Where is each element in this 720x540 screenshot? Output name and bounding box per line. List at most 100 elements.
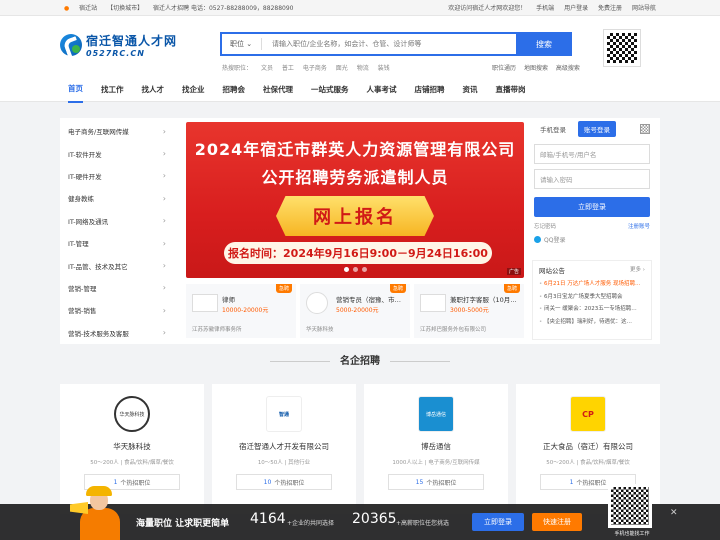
site-logo[interactable]: 宿迁智通人才网 0527RC.CN [60, 32, 177, 58]
job-title: 营销专员（宿豫、市… [336, 296, 401, 304]
nav-job-fair[interactable]: 招聘会 [223, 77, 246, 102]
chevron-right-icon: › [162, 171, 166, 181]
tab-phone-login[interactable]: 手机登录 [534, 121, 572, 137]
mobile-link[interactable]: 手机端 [536, 5, 554, 12]
nav-shop-hiring[interactable]: 店铺招聘 [415, 77, 445, 102]
news-item[interactable]: 6月3日宝龙广场夏季大型招聘会 [539, 291, 645, 304]
news-item[interactable]: 闭关一 缓聚会：2023五一专场招聘… [539, 303, 645, 316]
category-item[interactable]: IT-硬件开发 › [60, 165, 180, 187]
nav-one-stop[interactable]: 一站式服务 [311, 77, 349, 102]
switch-city-link[interactable]: 【切换城市】 [107, 5, 143, 12]
company-name: 宿迁智通人才开发有限公司 [239, 442, 329, 451]
company-logo: CP [570, 396, 606, 432]
carousel-dot[interactable] [353, 267, 358, 272]
hot-label: 热搜职位： [222, 65, 253, 72]
qq-login[interactable]: QQ登录 [534, 235, 650, 244]
section-title: 名企招聘 [0, 352, 720, 367]
company-card[interactable]: 智通 宿迁智通人才开发有限公司 10～50人 | 其他行业 10 个热招职位 [212, 384, 356, 514]
logo-mark-icon [60, 34, 82, 56]
job-salary: 10000-20000元 [222, 307, 269, 314]
nav-social-insurance[interactable]: 社保代理 [263, 77, 293, 102]
category-item[interactable]: IT-管理 › [60, 232, 180, 254]
nav-home[interactable]: 首页 [68, 76, 83, 103]
user-login-link[interactable]: 用户登录 [564, 5, 588, 12]
nav-find-talent[interactable]: 找人才 [142, 77, 165, 102]
welcome-text: 欢迎访问宿迁人才网欢迎您！ [448, 5, 527, 12]
top-bar: ● 宿迁站 【切换城市】 宿迁人才招聘 电话：0527-88288009，882… [0, 0, 720, 16]
news-more-link[interactable]: 更多 › [630, 265, 645, 275]
qr-login-icon[interactable] [640, 124, 650, 134]
forgot-password-link[interactable]: 忘记密码 [534, 222, 556, 230]
quick-link[interactable]: 地图搜索 [524, 65, 548, 72]
hot-item[interactable]: 电子商务 [303, 65, 327, 72]
company-info: 50～200人 | 食品/饮料/烟草/餐饮 [546, 460, 630, 466]
job-company: 江苏苏徽律师事务所 [192, 327, 242, 333]
category-item[interactable]: 营销-技术服务及客服 › [60, 322, 180, 344]
company-card[interactable]: 博岳通信 博岳通信 1000人以上 | 电子商务/互联网传媒 15 个热招职位 [364, 384, 508, 514]
login-button[interactable]: 立即登录 [534, 197, 650, 217]
logo-cn: 宿迁智通人才网 [86, 34, 178, 48]
recruitment-banner[interactable]: 2024年宿迁市群英人力资源管理有限公司 公开招聘劳务派遣制人员 网上报名 报名… [186, 122, 524, 278]
app-qr-code [608, 484, 652, 528]
hot-item[interactable]: 面光 [336, 65, 348, 72]
company-jobs-button[interactable]: 15 个热招职位 [388, 474, 484, 490]
search-input[interactable] [262, 40, 462, 48]
username-field[interactable]: 邮箱/手机号/用户名 [534, 144, 650, 164]
bottom-register-button[interactable]: 快速注册 [532, 513, 582, 531]
company-name: 华天脉科技 [113, 442, 151, 451]
logo-en: 0527RC.CN [86, 49, 145, 58]
job-card[interactable]: 急聘 营销专员（宿豫、市… 5000-20000元 华天脉科技 [300, 284, 410, 338]
search-type-select[interactable]: 职位 ⌄ [222, 38, 262, 50]
news-item[interactable]: 【央企招聘】瑞利好，待遇优：这… [539, 316, 645, 329]
chevron-right-icon: › [162, 328, 166, 338]
urgent-tag: 急聘 [503, 284, 520, 293]
news-title: 网站公告 [539, 267, 565, 275]
featured-companies: 华天脉科技 华天脉科技 50～200人 | 食品/饮料/烟草/餐饮 1 个热招职位… [60, 384, 660, 514]
nav-find-job[interactable]: 找工作 [101, 77, 124, 102]
nav-live[interactable]: 直播带岗 [496, 77, 526, 102]
category-item[interactable]: 健身教练 › [60, 187, 180, 209]
quick-links: 职位通历 地图搜索 高级搜索 [486, 63, 580, 72]
banner-line4: 报名时间：2024年9月16日9:00－9月24日16:00 [228, 247, 488, 260]
chevron-down-icon: ⌄ [246, 40, 253, 48]
hot-searches: 热搜职位： 文员 普工 电子商务 面光 物流 装钱 [222, 63, 397, 72]
category-item[interactable]: 营销-销售 › [60, 299, 180, 321]
site-announcements: 网站公告 更多 › 6月21日 万达广场人才服务 现场招聘… 6月3日宝龙广场夏季… [532, 260, 652, 340]
hot-item[interactable]: 文员 [261, 65, 273, 72]
category-item[interactable]: IT-品管、技术及其它 › [60, 254, 180, 276]
company-jobs-button[interactable]: 10 个热招职位 [236, 474, 332, 490]
hot-item[interactable]: 物流 [357, 65, 369, 72]
current-city: 宿迁站 [79, 5, 98, 12]
quick-link[interactable]: 高级搜索 [556, 65, 580, 72]
site-nav-link[interactable]: 网站导航 [632, 5, 656, 12]
nav-news[interactable]: 资讯 [463, 77, 478, 102]
nav-find-company[interactable]: 找企业 [182, 77, 205, 102]
register-link[interactable]: 注册账号 [628, 222, 650, 230]
category-item[interactable]: 营销-管理 › [60, 277, 180, 299]
job-card[interactable]: 急聘 兼职打字客服（10月… 3000-5000元 江苏邦巴服务外包有限公司 [414, 284, 524, 338]
category-item[interactable]: 电子商务/互联网传媒 › [60, 120, 180, 142]
company-logo: 华天脉科技 [114, 396, 150, 432]
tab-account-login[interactable]: 账号登录 [578, 121, 616, 137]
password-field[interactable]: 请输入密码 [534, 169, 650, 189]
quick-link[interactable]: 职位通历 [492, 65, 516, 72]
bottom-login-button[interactable]: 立即登录 [472, 513, 524, 531]
company-name: 正大食品（宿迁）有限公司 [543, 442, 633, 451]
category-item[interactable]: IT-软件开发 › [60, 142, 180, 164]
hot-item[interactable]: 普工 [282, 65, 294, 72]
chevron-right-icon: › [162, 149, 166, 159]
job-salary: 3000-5000元 [450, 307, 489, 314]
search-button[interactable]: 搜索 [516, 32, 572, 56]
close-icon[interactable]: ✕ [670, 508, 678, 518]
category-item[interactable]: IT-网络及通讯 › [60, 210, 180, 232]
carousel-dot[interactable] [362, 267, 367, 272]
hot-item[interactable]: 装钱 [378, 65, 390, 72]
nav-personnel-exam[interactable]: 人事考试 [367, 77, 397, 102]
job-card[interactable]: 急聘 律师 10000-20000元 江苏苏徽律师事务所 [186, 284, 296, 338]
free-register-link[interactable]: 免费注册 [598, 5, 622, 12]
news-item[interactable]: 6月21日 万达广场人才服务 现场招聘… [539, 278, 645, 291]
carousel-dot[interactable] [344, 267, 349, 272]
ad-tag: 广告 [506, 268, 521, 275]
carousel-dots [344, 267, 367, 272]
company-count: 4164 [250, 511, 286, 527]
